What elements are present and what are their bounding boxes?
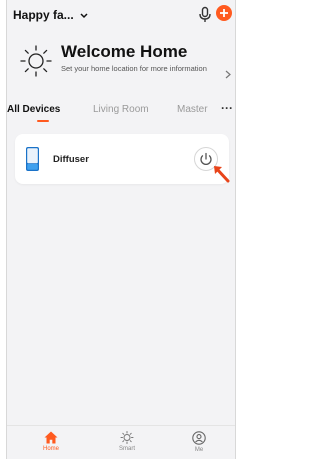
welcome-subtitle: Set your home location for more informat… — [61, 64, 207, 73]
room-tabs: All Devices Living Room Master ··· — [7, 100, 235, 124]
nav-smart[interactable]: Smart — [107, 431, 147, 459]
more-icon[interactable]: ··· — [221, 101, 233, 115]
welcome-banner[interactable]: Welcome Home Set your home location for … — [7, 36, 235, 96]
nav-smart-label: Smart — [118, 446, 135, 452]
me-icon — [192, 431, 206, 445]
welcome-title: Welcome Home — [61, 42, 188, 61]
home-name-label: Happy fa... — [13, 8, 74, 22]
device-card[interactable]: Diffuser — [15, 134, 229, 184]
add-icon[interactable] — [216, 5, 232, 21]
bottom-nav: Home Smart Me — [7, 425, 235, 459]
pointer-arrow-icon — [211, 166, 235, 186]
nav-home-label: Home — [42, 446, 59, 452]
microphone-icon[interactable] — [197, 6, 213, 24]
tab-living-room[interactable]: Living Room — [93, 104, 149, 115]
diffuser-icon — [25, 146, 40, 172]
nav-me-label: Me — [194, 447, 204, 453]
app-screen: Happy fa... Welcome Home Set your home l… — [6, 0, 236, 459]
nav-home[interactable]: Home — [31, 431, 71, 459]
sun-icon — [19, 44, 53, 78]
tab-all-devices[interactable]: All Devices — [7, 104, 60, 115]
chevron-down-icon — [80, 8, 88, 22]
chevron-right-icon — [225, 70, 231, 82]
nav-me[interactable]: Me — [179, 431, 219, 459]
tab-master[interactable]: Master — [177, 104, 208, 115]
top-bar: Happy fa... — [7, 0, 235, 30]
smart-icon — [120, 431, 134, 444]
home-selector[interactable]: Happy fa... — [13, 8, 88, 22]
device-name: Diffuser — [53, 154, 89, 165]
active-tab-indicator — [37, 120, 49, 122]
home-icon — [44, 431, 58, 444]
